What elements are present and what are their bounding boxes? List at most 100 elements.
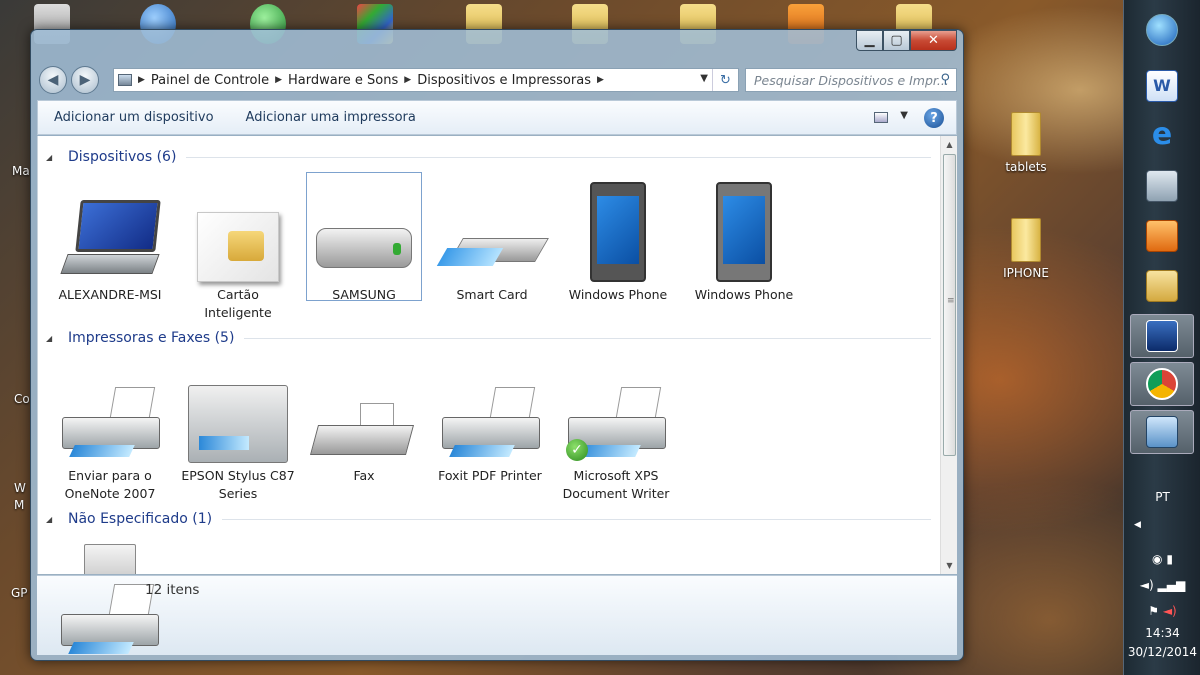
desktop-edge-label: GP (11, 586, 28, 600)
speaker-icon[interactable]: ◄) (1163, 604, 1177, 618)
group-title: Impressoras e Faxes (5) (68, 330, 235, 346)
default-printer-check-icon: ✓ (566, 439, 588, 461)
breadcrumb-separator-icon[interactable]: ▶ (404, 75, 411, 85)
printer-item[interactable]: EPSON Stylus C87 Series (178, 363, 298, 503)
minimize-button[interactable]: ▁ (856, 30, 883, 51)
device-item[interactable]: SAMSUNG (306, 172, 422, 302)
external-drive-icon (316, 228, 412, 268)
forward-button[interactable]: ▶ (71, 66, 99, 94)
power-icon[interactable]: ▮ (1166, 552, 1173, 566)
refresh-button[interactable]: ↻ (712, 69, 738, 91)
desktop-edge-label: Ma (12, 164, 30, 178)
collapse-triangle-icon[interactable]: ◢ (46, 334, 60, 343)
back-arrow-icon: ◀ (47, 72, 59, 88)
add-printer-button[interactable]: Adicionar uma impressora (230, 110, 432, 125)
group-header-printers[interactable]: ◢ Impressoras e Faxes (5) (38, 327, 937, 349)
view-options-dropdown-icon[interactable]: ▼ (900, 110, 908, 121)
taskbar-dance-app[interactable] (1130, 314, 1194, 358)
device-item[interactable]: Windows Phone (558, 182, 678, 304)
language-indicator[interactable]: PT (1124, 490, 1200, 504)
group-divider (222, 518, 931, 520)
printer-label: Fax (353, 468, 375, 483)
taskbar-calculator[interactable] (1130, 164, 1194, 208)
group-header-unspecified[interactable]: ◢ Não Especificado (1) (38, 508, 937, 530)
word-icon: W (1146, 70, 1178, 102)
app-tray-icon[interactable]: ◉ (1152, 552, 1162, 566)
breadcrumb-separator-icon[interactable]: ▶ (138, 75, 145, 85)
address-bar[interactable]: ▶ Painel de Controle ▶ Hardware e Sons ▶… (113, 68, 739, 92)
item-count: 12 itens (145, 582, 200, 598)
printer-label: Enviar para o OneNote 2007 (64, 468, 156, 501)
printer-item[interactable]: Fax (304, 363, 424, 485)
search-icon[interactable]: ⚲ (940, 72, 950, 87)
taskbar-chrome[interactable] (1130, 362, 1194, 406)
windows-phone-icon (590, 182, 646, 282)
breadcrumb-control-panel[interactable]: Painel de Controle (145, 73, 275, 88)
tray-icons[interactable]: ◉ ▮ ◄) ▂▄▆ ⚑ ◄) (1124, 546, 1200, 624)
printer-item[interactable]: Enviar para o OneNote 2007 (50, 363, 170, 503)
explorer-icon (1146, 270, 1178, 302)
desktop-folder-iphone[interactable]: IPHONE (991, 218, 1061, 280)
printer-label: Microsoft XPS Document Writer (562, 468, 670, 501)
taskbar-media-player[interactable] (1130, 214, 1194, 258)
taskbar-control-panel[interactable] (1130, 410, 1194, 454)
action-center-flag-icon[interactable]: ⚑ (1148, 604, 1159, 618)
volume-network-icon[interactable]: ◄) (1140, 578, 1154, 592)
collapse-triangle-icon[interactable]: ◢ (46, 153, 60, 162)
clock-time[interactable]: 14:34 (1124, 626, 1200, 640)
unspecified-item[interactable] (50, 544, 170, 574)
printer-item[interactable]: ✓ Microsoft XPS Document Writer (556, 363, 676, 503)
device-item[interactable]: Windows Phone (684, 182, 804, 304)
devices-list: ◢ Dispositivos (6) ALEXANDRE-MSI Cartão … (37, 136, 957, 574)
maximize-icon: ▢ (890, 33, 903, 48)
calculator-icon (1146, 170, 1178, 202)
printer-icon: ✓ (566, 387, 666, 463)
scroll-down-icon[interactable]: ▼ (941, 557, 957, 574)
device-label: Windows Phone (568, 287, 668, 302)
device-label: ALEXANDRE-MSI (58, 287, 162, 302)
laptop-icon (60, 198, 161, 282)
forward-arrow-icon: ▶ (79, 72, 91, 88)
media-player-icon (1146, 220, 1178, 252)
chrome-icon (1146, 368, 1178, 400)
help-icon[interactable]: ? (924, 108, 944, 128)
maximize-button[interactable]: ▢ (883, 30, 910, 51)
collapse-triangle-icon[interactable]: ◢ (46, 515, 60, 524)
taskbar-explorer[interactable] (1130, 264, 1194, 308)
vertical-scrollbar[interactable]: ▲ ≡ ▼ (940, 136, 957, 574)
server-icon (84, 544, 136, 574)
scroll-up-icon[interactable]: ▲ (941, 136, 957, 153)
group-header-devices[interactable]: ◢ Dispositivos (6) (38, 146, 937, 168)
desktop-folder-label: tablets (1005, 160, 1047, 174)
device-item[interactable]: ALEXANDRE-MSI (50, 182, 170, 304)
breadcrumb-hardware-sound[interactable]: Hardware e Sons (282, 73, 404, 88)
back-button[interactable]: ◀ (39, 66, 67, 94)
search-input[interactable]: Pesquisar Dispositivos e Impr... ⚲ (745, 68, 957, 92)
close-button[interactable]: ✕ (910, 30, 957, 51)
scroll-thumb[interactable]: ≡ (943, 154, 956, 456)
printer-icon (60, 387, 160, 463)
breadcrumb-devices-printers[interactable]: Dispositivos e Impressoras (411, 73, 597, 88)
tray-expand-icon[interactable]: ◀ (1124, 520, 1200, 530)
dance-app-icon (1146, 320, 1178, 352)
breadcrumb-separator-icon[interactable]: ▶ (275, 75, 282, 85)
desktop-folder-tablets[interactable]: tablets (991, 112, 1061, 174)
windows-phone-icon (716, 182, 772, 282)
control-panel-small-icon (118, 74, 132, 86)
device-label: Windows Phone (694, 287, 794, 302)
clock-date[interactable]: 30/12/2014 (1124, 645, 1200, 659)
start-button[interactable] (1130, 8, 1194, 52)
breadcrumb-separator-icon[interactable]: ▶ (597, 75, 604, 85)
taskbar-word[interactable]: W (1130, 64, 1194, 108)
command-bar: Adicionar um dispositivo Adicionar uma i… (37, 100, 957, 135)
add-device-button[interactable]: Adicionar um dispositivo (38, 110, 230, 125)
device-label: Cartão Inteligente (204, 287, 272, 320)
printer-item[interactable]: Foxit PDF Printer (430, 363, 550, 485)
device-item[interactable]: Smart Card (432, 182, 552, 304)
device-item[interactable]: Cartão Inteligente (178, 182, 298, 322)
change-view-icon[interactable] (874, 112, 888, 123)
taskbar-ie[interactable]: e (1130, 114, 1194, 158)
desktop-edge-label: Co (14, 392, 30, 406)
address-history-dropdown-icon[interactable]: ▼ (700, 73, 708, 84)
signal-icon[interactable]: ▂▄▆ (1158, 578, 1186, 592)
